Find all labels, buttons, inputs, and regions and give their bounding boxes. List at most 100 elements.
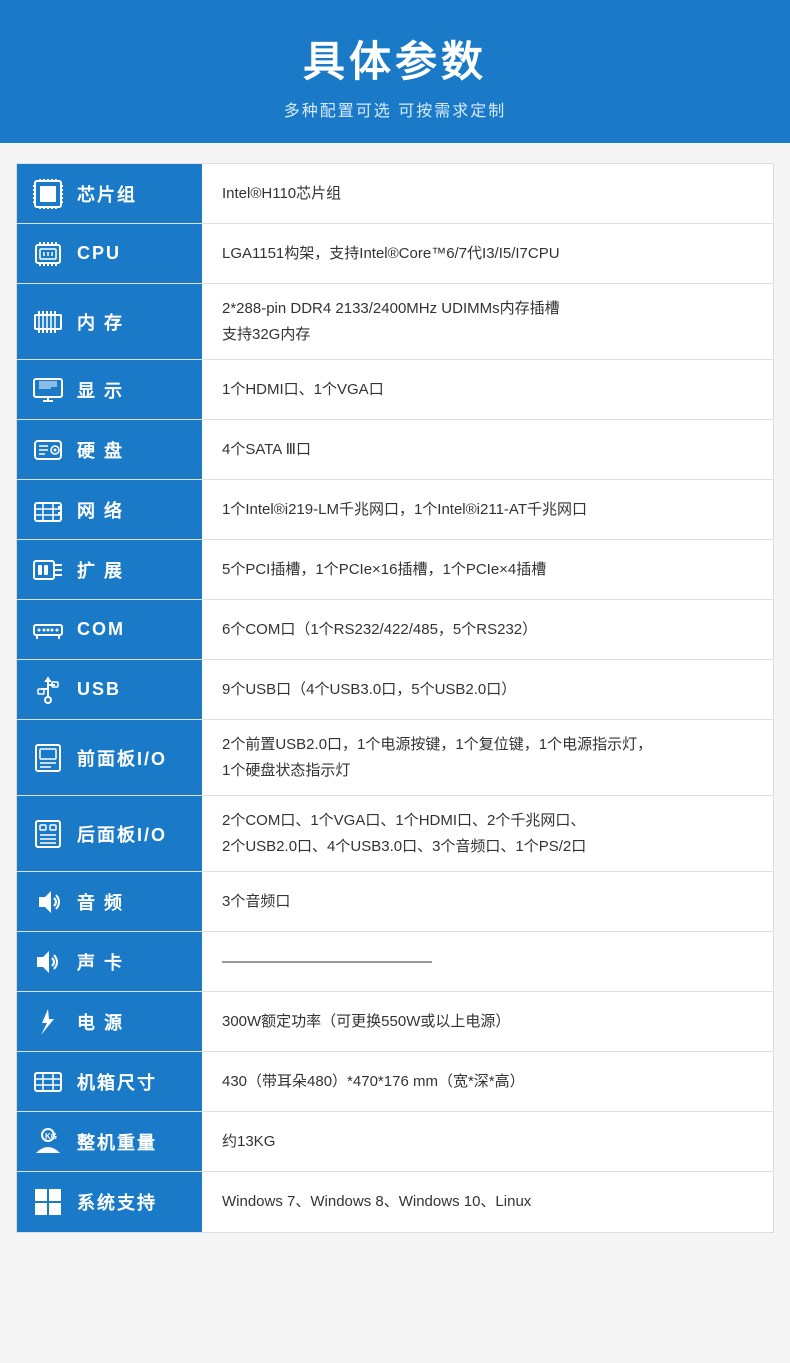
spec-value-text-os: Windows 7、Windows 8、Windows 10、Linux — [222, 1189, 531, 1215]
spec-value-power: 300W额定功率（可更换550W或以上电源） — [202, 992, 773, 1051]
spec-label-text-weight: 整机重量 — [77, 1129, 157, 1155]
spec-row-com: COM 6个COM口（1个RS232/422/485，5个RS232） — [17, 600, 773, 660]
spec-table: 芯片组 Intel®H110芯片组 CPU LGA1151构架，支持Intel®Co… — [16, 163, 774, 1233]
spec-label-memory: 内 存 — [17, 284, 202, 359]
chassis-icon — [29, 1063, 67, 1101]
spec-label-text-cpu: CPU — [77, 243, 121, 264]
spec-value-com: 6个COM口（1个RS232/422/485，5个RS232） — [202, 600, 773, 659]
spec-label-sound-card: 声 卡 — [17, 932, 202, 991]
spec-row-weight: KG 整机重量约13KG — [17, 1112, 773, 1172]
spec-value-weight: 约13KG — [202, 1112, 773, 1171]
spec-value-rear-panel: 2个COM口、1个VGA口、1个HDMI口、2个千兆网口、2个USB2.0口、4… — [202, 796, 773, 871]
spec-value-memory: 2*288-pin DDR4 2133/2400MHz UDIMMs内存插槽支持… — [202, 284, 773, 359]
spec-row-chipset: 芯片组 Intel®H110芯片组 — [17, 164, 773, 224]
spec-label-text-sound-card: 声 卡 — [77, 949, 124, 975]
spec-label-weight: KG 整机重量 — [17, 1112, 202, 1171]
spec-value-text-network: 1个Intel®i219-LM千兆网口，1个Intel®i211-AT千兆网口 — [222, 497, 587, 523]
spec-value-expansion: 5个PCI插槽，1个PCIe×16插槽，1个PCIe×4插槽 — [202, 540, 773, 599]
spec-value-text-power: 300W额定功率（可更换550W或以上电源） — [222, 1009, 510, 1035]
cpu-icon — [29, 235, 67, 273]
spec-label-text-chipset: 芯片组 — [77, 181, 137, 207]
hdd-icon — [29, 431, 67, 469]
spec-value-audio: 3个音频口 — [202, 872, 773, 931]
spec-label-cpu: CPU — [17, 224, 202, 283]
spec-label-com: COM — [17, 600, 202, 659]
audio-icon — [29, 883, 67, 921]
spec-row-display: 显 示 1个HDMI口、1个VGA口 — [17, 360, 773, 420]
spec-value-text-cpu: LGA1151构架，支持Intel®Core™6/7代I3/I5/I7CPU — [222, 241, 560, 267]
weight-icon: KG — [29, 1123, 67, 1161]
front-panel-icon — [29, 739, 67, 777]
spec-value-cpu: LGA1151构架，支持Intel®Core™6/7代I3/I5/I7CPU — [202, 224, 773, 283]
spec-row-chassis: 机箱尺寸 430（带耳朵480）*470*176 mm（宽*深*高） — [17, 1052, 773, 1112]
display-icon — [29, 371, 67, 409]
spec-label-text-usb: USB — [77, 679, 121, 700]
spec-value-text-chassis: 430（带耳朵480）*470*176 mm（宽*深*高） — [222, 1069, 525, 1095]
spec-label-text-rear-panel: 后面板I/O — [77, 821, 167, 847]
spec-label-text-chassis: 机箱尺寸 — [77, 1069, 157, 1095]
header: 具体参数 多种配置可选 可按需求定制 — [0, 0, 790, 143]
svg-text:KG: KG — [45, 1132, 57, 1141]
spec-row-power: 电 源 300W额定功率（可更换550W或以上电源） — [17, 992, 773, 1052]
spec-row-os: 系统支持 Windows 7、Windows 8、Windows 10、Linux — [17, 1172, 773, 1232]
spec-label-power: 电 源 — [17, 992, 202, 1051]
spec-value-chipset: Intel®H110芯片组 — [202, 164, 773, 223]
sound-card-icon — [29, 943, 67, 981]
spec-label-text-memory: 内 存 — [77, 309, 124, 335]
spec-label-os: 系统支持 — [17, 1172, 202, 1232]
spec-label-text-front-panel: 前面板I/O — [77, 745, 167, 771]
spec-value-text-weight: 约13KG — [222, 1129, 275, 1155]
spec-row-hdd: 硬 盘 4个SATA Ⅲ口 — [17, 420, 773, 480]
spec-value-os: Windows 7、Windows 8、Windows 10、Linux — [202, 1172, 773, 1232]
rear-panel-icon — [29, 815, 67, 853]
spec-value-text-display: 1个HDMI口、1个VGA口 — [222, 377, 384, 403]
com-icon — [29, 611, 67, 649]
spec-row-expansion: 扩 展 5个PCI插槽，1个PCIe×16插槽，1个PCIe×4插槽 — [17, 540, 773, 600]
spec-row-cpu: CPU LGA1151构架，支持Intel®Core™6/7代I3/I5/I7CP… — [17, 224, 773, 284]
spec-label-front-panel: 前面板I/O — [17, 720, 202, 795]
spec-label-rear-panel: 后面板I/O — [17, 796, 202, 871]
spec-value-hdd: 4个SATA Ⅲ口 — [202, 420, 773, 479]
header-subtitle: 多种配置可选 可按需求定制 — [20, 97, 770, 121]
spec-value-text-sound-card: —————————————— — [222, 949, 432, 975]
os-icon — [29, 1183, 67, 1221]
spec-value-network: 1个Intel®i219-LM千兆网口，1个Intel®i211-AT千兆网口 — [202, 480, 773, 539]
spec-label-hdd: 硬 盘 — [17, 420, 202, 479]
spec-value-text-memory: 2*288-pin DDR4 2133/2400MHz UDIMMs内存插槽支持… — [222, 296, 560, 347]
spec-value-text-usb: 9个USB口（4个USB3.0口，5个USB2.0口） — [222, 677, 516, 703]
spec-label-chipset: 芯片组 — [17, 164, 202, 223]
spec-label-audio: 音 频 — [17, 872, 202, 931]
spec-label-text-expansion: 扩 展 — [77, 557, 124, 583]
spec-row-rear-panel: 后面板I/O 2个COM口、1个VGA口、1个HDMI口、2个千兆网口、2个USB… — [17, 796, 773, 872]
spec-value-sound-card: —————————————— — [202, 932, 773, 991]
spec-value-front-panel: 2个前置USB2.0口，1个电源按键，1个复位键，1个电源指示灯，1个硬盘状态指… — [202, 720, 773, 795]
spec-label-display: 显 示 — [17, 360, 202, 419]
spec-row-usb: USB 9个USB口（4个USB3.0口，5个USB2.0口） — [17, 660, 773, 720]
spec-value-text-front-panel: 2个前置USB2.0口，1个电源按键，1个复位键，1个电源指示灯，1个硬盘状态指… — [222, 732, 652, 783]
spec-label-text-display: 显 示 — [77, 377, 124, 403]
spec-label-text-audio: 音 频 — [77, 889, 124, 915]
spec-label-text-com: COM — [77, 619, 125, 640]
usb-icon — [29, 671, 67, 709]
spec-value-text-hdd: 4个SATA Ⅲ口 — [222, 437, 311, 463]
spec-row-sound-card: 声 卡 —————————————— — [17, 932, 773, 992]
spec-label-chassis: 机箱尺寸 — [17, 1052, 202, 1111]
spec-label-text-os: 系统支持 — [77, 1189, 157, 1215]
spec-value-chassis: 430（带耳朵480）*470*176 mm（宽*深*高） — [202, 1052, 773, 1111]
spec-value-text-chipset: Intel®H110芯片组 — [222, 181, 341, 207]
spec-label-expansion: 扩 展 — [17, 540, 202, 599]
spec-value-text-expansion: 5个PCI插槽，1个PCIe×16插槽，1个PCIe×4插槽 — [222, 557, 546, 583]
spec-row-memory: 内 存 2*288-pin DDR4 2133/2400MHz UDIMMs内存插… — [17, 284, 773, 360]
power-icon — [29, 1003, 67, 1041]
spec-value-text-rear-panel: 2个COM口、1个VGA口、1个HDMI口、2个千兆网口、2个USB2.0口、4… — [222, 808, 586, 859]
expansion-icon — [29, 551, 67, 589]
spec-label-network: 网 络 — [17, 480, 202, 539]
chipset-icon — [29, 175, 67, 213]
spec-row-audio: 音 频 3个音频口 — [17, 872, 773, 932]
spec-label-text-network: 网 络 — [77, 497, 124, 523]
spec-value-text-audio: 3个音频口 — [222, 889, 290, 915]
spec-value-usb: 9个USB口（4个USB3.0口，5个USB2.0口） — [202, 660, 773, 719]
spec-row-front-panel: 前面板I/O 2个前置USB2.0口，1个电源按键，1个复位键，1个电源指示灯，1… — [17, 720, 773, 796]
spec-value-text-com: 6个COM口（1个RS232/422/485，5个RS232） — [222, 617, 537, 643]
spec-label-text-hdd: 硬 盘 — [77, 437, 124, 463]
